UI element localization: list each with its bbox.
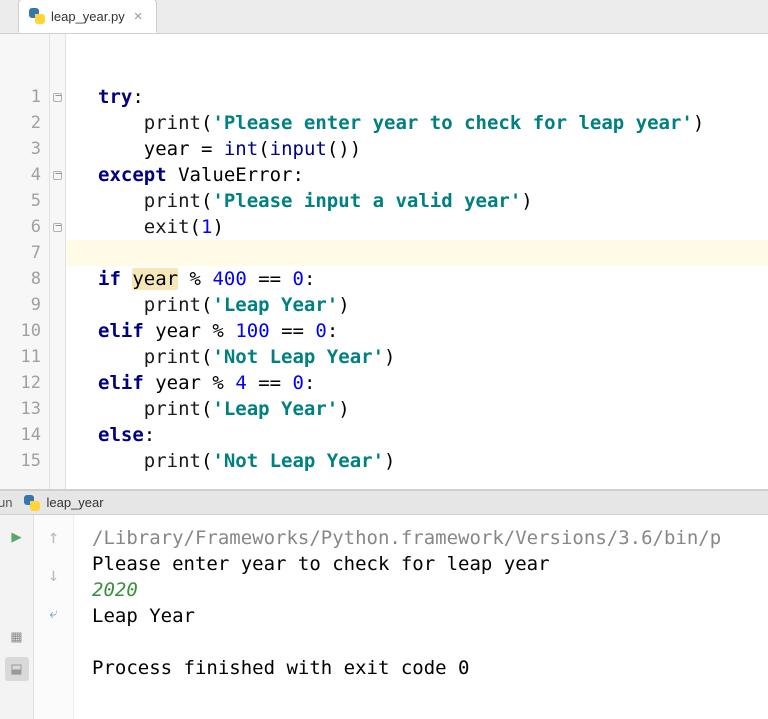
python-file-icon	[29, 8, 45, 24]
run-toolwindow-header[interactable]: un leap_year	[0, 490, 768, 515]
line-number: 6	[0, 214, 41, 240]
file-tab-label: leap_year.py	[51, 9, 125, 24]
highlighted-word: year	[132, 268, 178, 290]
code-line[interactable]: print('Not Leap Year')	[98, 344, 768, 370]
run-config-name: leap_year	[46, 495, 103, 510]
fold-toggle-icon[interactable]	[50, 84, 65, 110]
line-number-gutter: 1 2 3 4 5 6 7 8 9 10 11 12 13 14 15	[0, 34, 50, 489]
fold-toggle-icon[interactable]	[50, 214, 65, 240]
console-output[interactable]: /Library/Frameworks/Python.framework/Ver…	[74, 515, 768, 719]
code-line[interactable]: exit(1)	[98, 214, 768, 240]
python-run-icon	[24, 495, 40, 511]
editor-tabbar: leap_year.py ×	[0, 0, 768, 34]
up-stack-button[interactable]: ↑	[42, 525, 66, 549]
line-number: 5	[0, 188, 41, 214]
console-exit-message: Process finished with exit code 0	[92, 655, 768, 681]
code-line[interactable]: print('Please input a valid year')	[98, 188, 768, 214]
line-number: 12	[0, 370, 41, 396]
code-line[interactable]: except ValueError:	[98, 162, 768, 188]
line-number: 15	[0, 448, 41, 474]
line-number: 1	[0, 84, 41, 110]
code-line[interactable]: if year % 400 == 0:	[98, 266, 768, 292]
line-number: 7	[0, 240, 41, 266]
run-button[interactable]: ▶	[5, 525, 29, 549]
console-interpreter-path: /Library/Frameworks/Python.framework/Ver…	[92, 525, 768, 551]
code-line[interactable]: else:	[98, 422, 768, 448]
fold-gutter	[50, 34, 66, 489]
layout-button[interactable]: ▦	[5, 625, 29, 649]
run-toolbar-left: ▶ ▦ ⬓	[0, 515, 34, 719]
code-line[interactable]: elif year % 4 == 0:	[98, 370, 768, 396]
line-number: 8	[0, 266, 41, 292]
line-number: 10	[0, 318, 41, 344]
code-area[interactable]: try: print('Please enter year to check f…	[66, 34, 768, 489]
console-stdout: Leap Year	[92, 603, 768, 629]
code-line[interactable]: year = int(input())	[98, 136, 768, 162]
line-number: 3	[0, 136, 41, 162]
line-number: 11	[0, 344, 41, 370]
console-stdin: 2020	[92, 577, 768, 603]
down-stack-button[interactable]: ↓	[42, 563, 66, 587]
code-line[interactable]: print('Please enter year to check for le…	[98, 110, 768, 136]
line-number: 9	[0, 292, 41, 318]
console-stdout: Please enter year to check for leap year	[92, 551, 768, 577]
file-tab[interactable]: leap_year.py ×	[18, 0, 157, 33]
run-toolbar-right: ↑ ↓ ⤶	[34, 515, 74, 719]
soft-wrap-button[interactable]: ⤶	[42, 601, 66, 625]
code-line[interactable]: print('Not Leap Year')	[98, 448, 768, 474]
scroll-to-end-button[interactable]: ⬓	[5, 657, 29, 681]
line-number: 2	[0, 110, 41, 136]
code-editor[interactable]: 1 2 3 4 5 6 7 8 9 10 11 12 13 14 15 try:…	[0, 34, 768, 490]
code-line[interactable]: elif year % 100 == 0:	[98, 318, 768, 344]
line-number: 14	[0, 422, 41, 448]
line-number: 13	[0, 396, 41, 422]
code-line[interactable]: print('Leap Year')	[98, 396, 768, 422]
run-toolwindow-label: un	[0, 495, 12, 510]
code-line-current[interactable]	[66, 240, 768, 266]
close-tab-icon[interactable]: ×	[131, 8, 146, 25]
code-line[interactable]: try:	[98, 84, 768, 110]
run-toolwindow: ▶ ▦ ⬓ ↑ ↓ ⤶ /Library/Frameworks/Python.f…	[0, 515, 768, 719]
fold-toggle-icon[interactable]	[50, 162, 65, 188]
code-line[interactable]: print('Leap Year')	[98, 292, 768, 318]
line-number: 4	[0, 162, 41, 188]
